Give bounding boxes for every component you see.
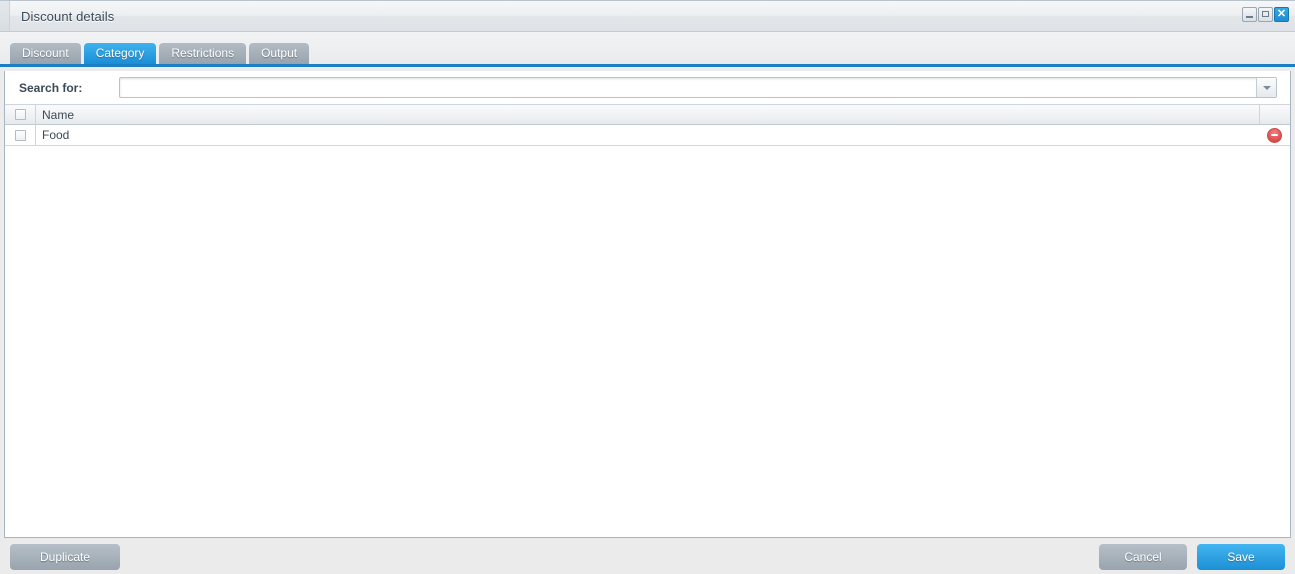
row-select-cell[interactable] <box>5 125 36 145</box>
search-row: Search for: <box>5 71 1290 104</box>
close-icon[interactable]: ✕ <box>1274 7 1289 22</box>
row-action-cell[interactable] <box>1259 125 1290 145</box>
maximize-glyph <box>1262 11 1269 17</box>
tab-category[interactable]: Category <box>83 43 157 64</box>
grid-header-row: Name <box>5 104 1290 125</box>
discount-details-window: Discount details ✕ Discount Category Res… <box>0 0 1295 574</box>
tab-list: Discount Category Restrictions Output <box>10 32 1295 64</box>
footer-bar: Duplicate Cancel Save <box>0 538 1295 574</box>
title-bar: Discount details ✕ <box>0 0 1295 32</box>
search-combobox[interactable] <box>119 77 1277 98</box>
tab-underline <box>0 64 1295 67</box>
select-all-checkbox[interactable] <box>14 109 26 120</box>
window-title: Discount details <box>21 8 115 24</box>
cancel-button[interactable]: Cancel <box>1099 543 1187 570</box>
save-button[interactable]: Save <box>1197 543 1285 570</box>
remove-icon[interactable] <box>1267 127 1282 143</box>
column-header-action <box>1259 105 1290 124</box>
tab-strip: Discount Category Restrictions Output <box>0 32 1295 67</box>
content-area: Search for: Name Food <box>0 67 1295 538</box>
window-controls: ✕ <box>1242 7 1289 22</box>
grid-empty-space <box>5 146 1290 537</box>
search-dropdown-button[interactable] <box>1256 78 1276 97</box>
minimize-icon[interactable] <box>1242 7 1257 22</box>
tab-output[interactable]: Output <box>249 43 310 64</box>
duplicate-button[interactable]: Duplicate <box>10 543 120 570</box>
category-panel: Search for: Name Food <box>4 71 1291 538</box>
select-all-cell[interactable] <box>5 105 36 124</box>
chevron-down-icon <box>1262 85 1271 90</box>
minimize-glyph <box>1246 16 1253 18</box>
search-label: Search for: <box>19 80 83 95</box>
row-name: Food <box>42 128 70 142</box>
row-checkbox[interactable] <box>14 129 26 141</box>
tab-discount[interactable]: Discount <box>10 43 81 64</box>
title-bar-left-edge <box>0 1 10 31</box>
column-header-name[interactable]: Name <box>36 105 1259 124</box>
search-input[interactable] <box>120 78 1256 97</box>
tab-restrictions[interactable]: Restrictions <box>159 43 247 64</box>
category-grid: Name Food <box>5 104 1290 537</box>
maximize-icon[interactable] <box>1258 7 1273 22</box>
table-row[interactable]: Food <box>5 125 1290 146</box>
